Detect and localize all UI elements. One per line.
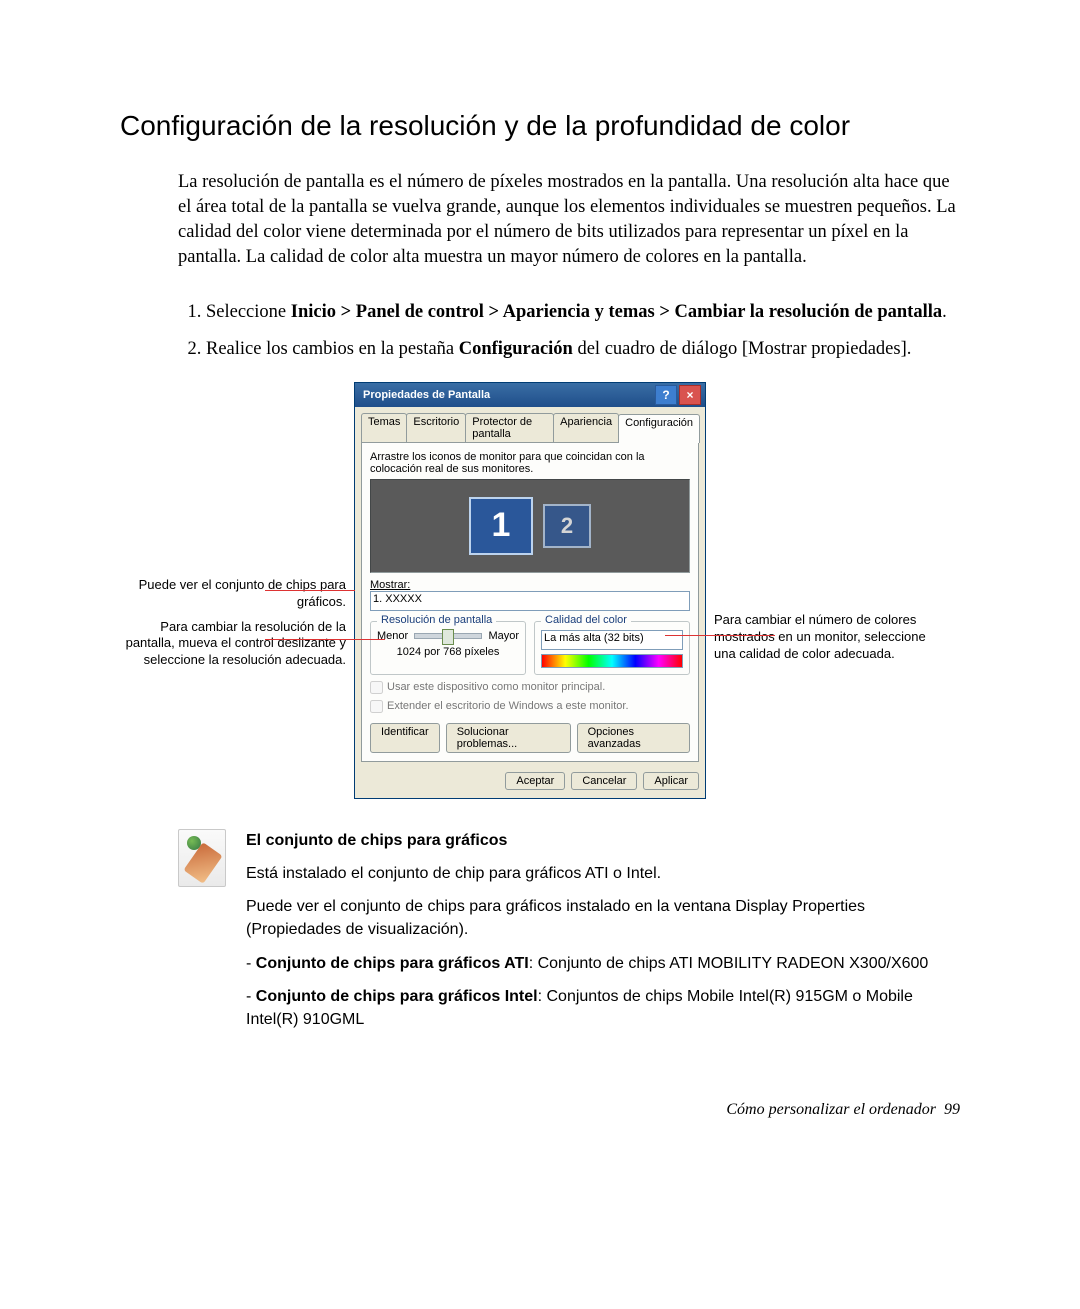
tab-escritorio[interactable]: Escritorio [406, 413, 466, 442]
monitor-1-icon[interactable]: 1 [469, 497, 533, 555]
callout-left-1: Puede ver el conjunto de chips para gráf… [120, 577, 346, 611]
leader-line [665, 635, 775, 636]
ok-button[interactable]: Aceptar [505, 772, 565, 790]
step-1-bold: Inicio > Panel de control > Apariencia y… [291, 302, 942, 322]
note-p1: Está instalado el conjunto de chip para … [246, 862, 960, 885]
res-min-label: Menor [377, 630, 408, 642]
help-button[interactable]: ? [655, 385, 677, 405]
display-select[interactable]: 1. XXXXX [370, 591, 690, 611]
extend-desktop-checkbox [370, 700, 383, 713]
color-groupbox: Calidad del color La más alta (32 bits) [534, 621, 690, 675]
note-ati-rest: : Conjunto de chips ATI MOBILITY RADEON … [529, 955, 929, 972]
note-ati-bold: Conjunto de chips para gráficos ATI [256, 955, 529, 972]
callout-right-1: Para cambiar el número de colores mostra… [714, 612, 940, 663]
step-2-pre: Realice los cambios en la pestaña [206, 339, 459, 359]
identify-button[interactable]: Identificar [370, 723, 440, 753]
step-2: Realice los cambios en la pestaña Config… [206, 337, 960, 362]
monitor-2-icon[interactable]: 2 [543, 504, 591, 548]
note-icon [178, 829, 226, 887]
arrange-hint: Arrastre los iconos de monitor para que … [370, 451, 690, 475]
callout-left-2: Para cambiar la resolución de la pantall… [120, 619, 346, 670]
note-title: El conjunto de chips para gráficos [246, 829, 960, 852]
resolution-value: 1024 por 768 píxeles [377, 646, 519, 658]
color-quality-select[interactable]: La más alta (32 bits) [541, 630, 683, 650]
dialog-titlebar[interactable]: Propiedades de Pantalla ? × [355, 383, 705, 407]
step-1-pre: Seleccione [206, 302, 291, 322]
troubleshoot-button[interactable]: Solucionar problemas... [446, 723, 571, 753]
tab-apariencia[interactable]: Apariencia [553, 413, 619, 442]
step-2-bold: Configuración [459, 339, 573, 359]
tab-temas[interactable]: Temas [361, 413, 407, 442]
mostrar-label: Mostrar: [370, 579, 690, 591]
apply-button[interactable]: Aplicar [643, 772, 699, 790]
color-legend: Calidad del color [541, 614, 631, 626]
dialog-title: Propiedades de Pantalla [363, 389, 490, 401]
callout-right: Para cambiar el número de colores mostra… [706, 382, 940, 671]
primary-monitor-label: Usar este dispositivo como monitor princ… [387, 681, 605, 693]
monitor-arrange-area[interactable]: 1 2 [370, 479, 690, 573]
page-title: Configuración de la resolución y de la p… [120, 110, 960, 142]
callout-left: Puede ver el conjunto de chips para gráf… [120, 382, 354, 677]
note-ati: Conjunto de chips para gráficos ATI: Con… [246, 952, 960, 975]
advanced-button[interactable]: Opciones avanzadas [577, 723, 690, 753]
note-intel-bold: Conjunto de chips para gráficos Intel [256, 988, 538, 1005]
resolution-legend: Resolución de pantalla [377, 614, 496, 626]
close-button[interactable]: × [679, 385, 701, 405]
step-1-post: . [942, 302, 947, 322]
footer-text: Cómo personalizar el ordenador [726, 1101, 936, 1118]
resolution-groupbox: Resolución de pantalla Menor Mayor 1024 … [370, 621, 526, 675]
tab-protector[interactable]: Protector de pantalla [465, 413, 554, 442]
color-spectrum-icon [541, 654, 683, 668]
slider-thumb[interactable] [442, 629, 454, 645]
footer-page: 99 [944, 1101, 960, 1118]
res-max-label: Mayor [488, 630, 519, 642]
page-footer: Cómo personalizar el ordenador 99 [120, 1101, 960, 1119]
mostrar-label-text: Mostrar: [370, 579, 410, 591]
resolution-slider[interactable]: Menor Mayor [377, 630, 519, 642]
tab-strip: Temas Escritorio Protector de pantalla A… [355, 407, 705, 442]
intro-paragraph: La resolución de pantalla es el número d… [178, 170, 960, 270]
step-2-post: del cuadro de diálogo [Mostrar propiedad… [573, 339, 912, 359]
note-block: El conjunto de chips para gráficos Está … [178, 829, 960, 1041]
tab-configuracion[interactable]: Configuración [618, 414, 700, 443]
cancel-button[interactable]: Cancelar [571, 772, 637, 790]
primary-monitor-checkbox [370, 681, 383, 694]
extend-desktop-label: Extender el escritorio de Windows a este… [387, 700, 629, 712]
note-p2: Puede ver el conjunto de chips para gráf… [246, 895, 960, 941]
display-properties-dialog: Propiedades de Pantalla ? × Temas Escrit… [354, 382, 706, 799]
diagram-row: Puede ver el conjunto de chips para gráf… [120, 382, 960, 799]
step-1: Seleccione Inicio > Panel de control > A… [206, 300, 960, 325]
leader-line [265, 639, 385, 640]
tab-panel: Arrastre los iconos de monitor para que … [361, 442, 699, 762]
leader-line [265, 590, 355, 591]
note-intel: Conjunto de chips para gráficos Intel: C… [246, 985, 960, 1031]
